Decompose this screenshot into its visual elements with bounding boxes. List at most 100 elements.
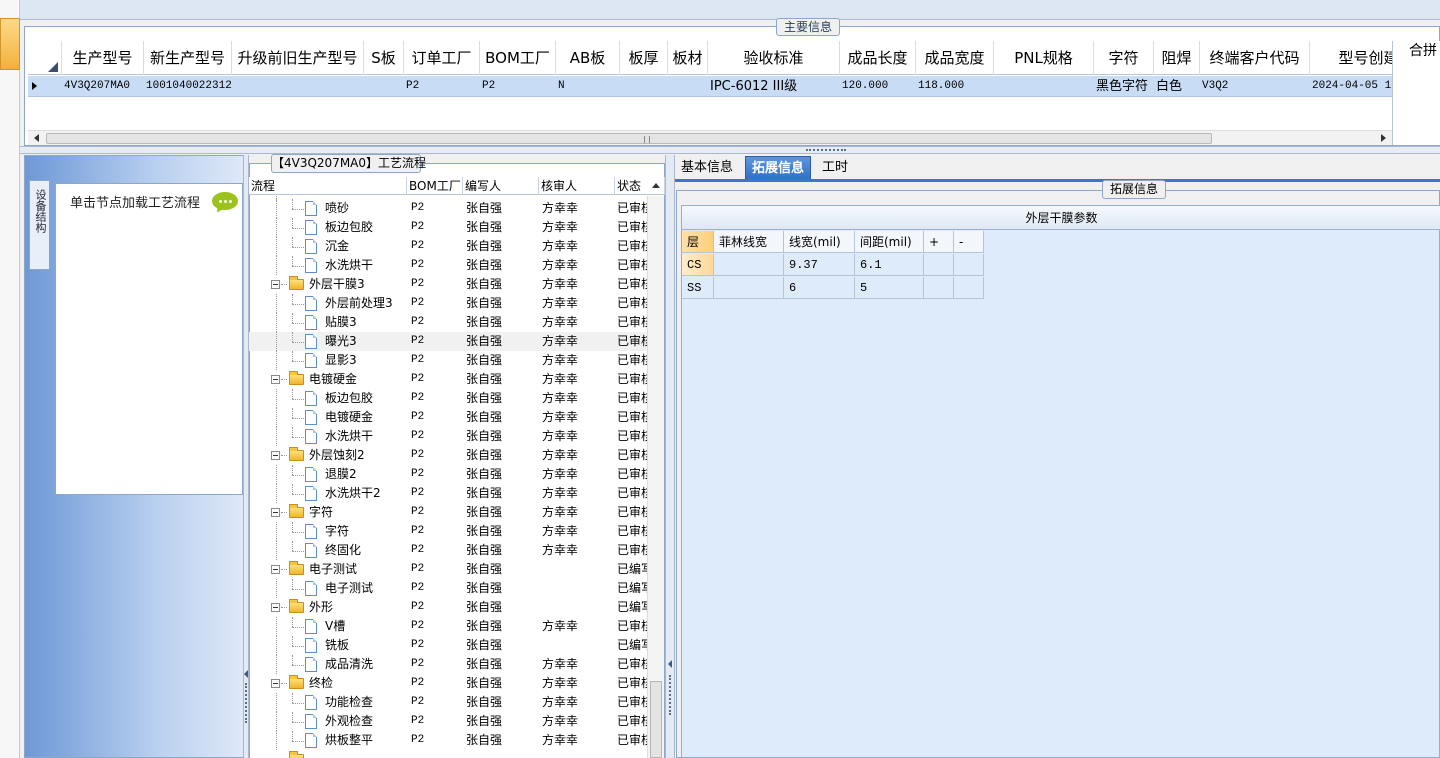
param-col-header[interactable]: 层 <box>682 231 714 253</box>
param-col-header[interactable]: + <box>924 231 954 253</box>
main-cell[interactable]: P2 <box>404 76 480 97</box>
main-cell[interactable]: N <box>556 76 620 97</box>
tab-work-hours[interactable]: 工时 <box>816 156 854 180</box>
tree-leaf-node[interactable]: 水洗烘干 P2 张自强 方幸幸 已审核 <box>249 256 647 275</box>
main-col-header[interactable]: 订单工厂 <box>404 41 480 75</box>
side-tab[interactable] <box>0 18 20 70</box>
param-cell[interactable]: 5 <box>855 277 924 299</box>
vertical-splitter-right[interactable] <box>665 155 675 758</box>
tree-folder-node[interactable] <box>249 750 647 758</box>
param-cell[interactable] <box>714 254 784 276</box>
main-cell[interactable] <box>620 76 668 97</box>
main-cell[interactable] <box>994 76 1094 97</box>
main-col-header[interactable]: 字符 <box>1094 41 1154 75</box>
collapse-icon[interactable] <box>271 375 280 384</box>
nav-vertical-tab[interactable]: 设备结构 <box>29 180 49 270</box>
tree-folder-node[interactable]: 字符 P2 张自强 方幸幸 已审核 <box>249 503 647 522</box>
param-cell[interactable] <box>954 254 984 276</box>
tree-leaf-node[interactable]: 贴膜3 P2 张自强 方幸幸 已审核 <box>249 313 647 332</box>
param-cell[interactable] <box>714 277 784 299</box>
main-col-header[interactable]: 生产型号 <box>62 41 144 75</box>
main-grid-row[interactable]: 4V3Q207MA0 10010400223129 P2 P2 N IPC-6012 II… <box>28 76 1392 97</box>
param-col-header[interactable]: 菲林线宽 <box>714 231 784 253</box>
main-col-header[interactable]: BOM工厂 <box>480 41 556 75</box>
tab-ext-info[interactable]: 拓展信息 <box>745 156 812 180</box>
tree-leaf-node[interactable]: 烘板整平 P2 张自强 方幸幸 已审核 <box>249 731 647 750</box>
main-cell[interactable]: 4V3Q207MA0 <box>62 76 144 97</box>
main-col-header[interactable]: 升级前旧生产型号 <box>232 41 364 75</box>
main-cell[interactable]: IPC-6012 III级 <box>708 76 840 97</box>
tab-basic-info[interactable]: 基本信息 <box>675 156 739 180</box>
main-cell[interactable] <box>364 76 404 97</box>
main-grid-hscrollbar[interactable] <box>28 130 1392 145</box>
tree-leaf-node[interactable]: 曝光3 P2 张自强 方幸幸 已审核 <box>249 332 647 351</box>
tree-leaf-node[interactable]: 退膜2 P2 张自强 方幸幸 已审核 <box>249 465 647 484</box>
tree-folder-node[interactable]: 外层蚀刻2 P2 张自强 方幸幸 已审核 <box>249 446 647 465</box>
main-cell[interactable]: 118.000 <box>916 76 994 97</box>
main-cell[interactable] <box>232 76 364 97</box>
main-col-header[interactable]: 成品宽度 <box>916 41 994 75</box>
tree-leaf-node[interactable]: 电镀硬金 P2 张自强 方幸幸 已审核 <box>249 408 647 427</box>
horizontal-splitter[interactable] <box>20 146 1440 154</box>
param-cell[interactable]: 9.37 <box>784 254 855 276</box>
collapse-icon[interactable] <box>271 603 280 612</box>
param-cell[interactable]: CS <box>682 254 714 276</box>
main-col-header[interactable]: 新生产型号 <box>144 41 232 75</box>
main-col-header[interactable]: S板 <box>364 41 404 75</box>
tree-leaf-node[interactable]: 喷砂 P2 张自强 方幸幸 已审核 <box>249 199 647 218</box>
tree-leaf-node[interactable]: 外观检查 P2 张自强 方幸幸 已审核 <box>249 712 647 731</box>
tree-folder-node[interactable]: 终检 P2 张自强 方幸幸 已审核 <box>249 674 647 693</box>
main-cell[interactable]: 120.000 <box>840 76 916 97</box>
main-col-header[interactable]: 终端客户代码 <box>1200 41 1310 75</box>
tree-leaf-node[interactable]: 功能检查 P2 张自强 方幸幸 已审核 <box>249 693 647 712</box>
main-col-header[interactable]: 成品长度 <box>840 41 916 75</box>
param-cell[interactable] <box>924 277 954 299</box>
tree-leaf-node[interactable]: 外层前处理3 P2 张自强 方幸幸 已审核 <box>249 294 647 313</box>
process-col-header[interactable]: 核审人 <box>539 177 615 195</box>
collapse-icon[interactable] <box>271 508 280 517</box>
process-col-header[interactable]: 流程 <box>249 177 407 195</box>
tree-leaf-node[interactable]: 电子测试 P2 张自强 已编写 <box>249 579 647 598</box>
tree-leaf-node[interactable]: 水洗烘干2 P2 张自强 方幸幸 已审核 <box>249 484 647 503</box>
param-cell[interactable] <box>924 254 954 276</box>
scroll-left-icon[interactable] <box>34 134 39 142</box>
collapse-icon[interactable] <box>271 679 280 688</box>
param-cell[interactable] <box>954 277 984 299</box>
tree-leaf-node[interactable]: 显影3 P2 张自强 方幸幸 已审核 <box>249 351 647 370</box>
param-col-header[interactable]: 间距(mil) <box>855 231 924 253</box>
main-col-header[interactable]: 板材 <box>668 41 708 75</box>
param-cell[interactable]: 6.1 <box>855 254 924 276</box>
process-col-header[interactable]: BOM工厂 <box>407 177 463 195</box>
process-vscrollbar[interactable] <box>647 196 664 758</box>
nav-tree-box[interactable]: 单击节点加载工艺流程 <box>55 183 243 495</box>
collapse-icon[interactable] <box>271 451 280 460</box>
tree-leaf-node[interactable]: 终固化 P2 张自强 方幸幸 已审核 <box>249 541 647 560</box>
param-cell[interactable]: 6 <box>784 277 855 299</box>
tree-leaf-node[interactable]: 板边包胶 P2 张自强 方幸幸 已审核 <box>249 218 647 237</box>
main-cell[interactable]: 10010400223129 <box>144 76 232 97</box>
tree-leaf-node[interactable]: 字符 P2 张自强 方幸幸 已审核 <box>249 522 647 541</box>
main-col-header[interactable]: PNL规格 <box>994 41 1094 75</box>
scroll-thumb[interactable] <box>46 133 1212 144</box>
process-col-header[interactable]: 编写人 <box>463 177 539 195</box>
main-col-header[interactable]: 型号创建 <box>1310 41 1392 75</box>
tree-folder-node[interactable]: 电子测试 P2 张自强 已编写 <box>249 560 647 579</box>
main-cell[interactable]: P2 <box>480 76 556 97</box>
collapse-icon[interactable] <box>271 280 280 289</box>
tree-leaf-node[interactable]: 成品清洗 P2 张自强 方幸幸 已审核 <box>249 655 647 674</box>
main-cell[interactable] <box>668 76 708 97</box>
tree-leaf-node[interactable]: 铣板 P2 张自强 已编写 <box>249 636 647 655</box>
param-col-header[interactable]: - <box>954 231 984 253</box>
main-col-header[interactable]: 板厚 <box>620 41 668 75</box>
sort-up-icon[interactable] <box>652 183 660 188</box>
main-cell[interactable]: 黑色字符 <box>1094 76 1154 97</box>
param-cell[interactable]: SS <box>682 277 714 299</box>
tree-folder-node[interactable]: 电镀硬金 P2 张自强 方幸幸 已审核 <box>249 370 647 389</box>
collapse-icon[interactable] <box>271 565 280 574</box>
tree-leaf-node[interactable]: 板边包胶 P2 张自强 方幸幸 已审核 <box>249 389 647 408</box>
param-col-header[interactable]: 线宽(mil) <box>784 231 855 253</box>
main-col-header[interactable]: 阻焊 <box>1154 41 1200 75</box>
main-col-header[interactable]: 验收标准 <box>708 41 840 75</box>
tree-leaf-node[interactable]: 沉金 P2 张自强 方幸幸 已审核 <box>249 237 647 256</box>
tree-folder-node[interactable]: 外形 P2 张自强 已编写 <box>249 598 647 617</box>
